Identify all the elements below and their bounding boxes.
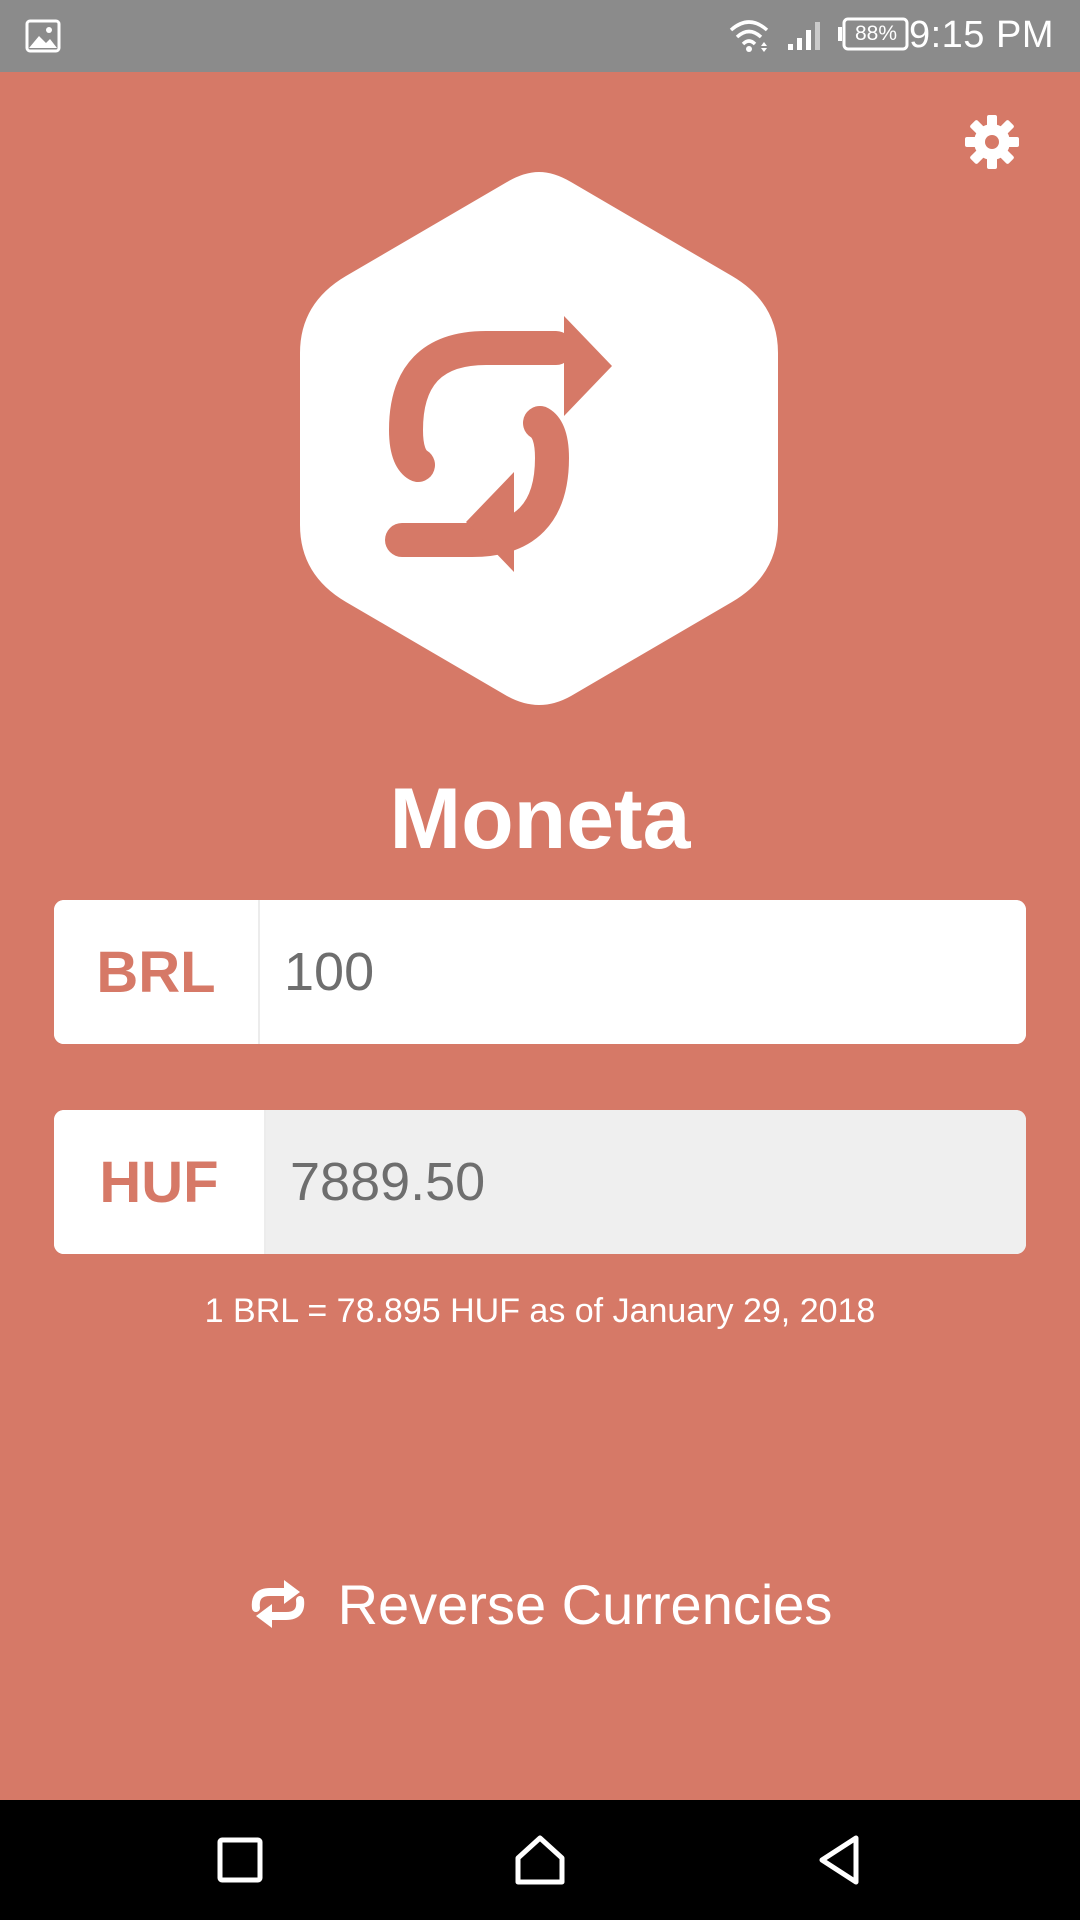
- recents-icon[interactable]: [208, 1828, 272, 1892]
- gallery-icon: [25, 19, 61, 53]
- swap-arrows-icon: [300, 172, 778, 705]
- status-bar: 88% 9:15 PM: [0, 0, 1080, 72]
- repeat-icon: [251, 1580, 304, 1628]
- to-currency-row: HUF 7889.50: [54, 1110, 1026, 1254]
- back-icon[interactable]: [808, 1828, 872, 1892]
- app-title: Moneta: [389, 771, 691, 867]
- settings-button[interactable]: [956, 106, 1028, 178]
- app-screen: 88% 9:15 PM Moneta BRL 100 HUF 7889.50 1…: [0, 0, 1080, 1920]
- gear-icon: [965, 115, 1019, 169]
- navigation-bar: [0, 1800, 1080, 1920]
- from-currency-row: BRL 100: [54, 900, 1026, 1044]
- battery-level: 88%: [854, 22, 898, 45]
- clock: 9:15 PM: [908, 14, 1054, 56]
- home-icon[interactable]: [508, 1828, 572, 1892]
- exchange-rate-info: 1 BRL = 78.895 HUF as of January 29, 201…: [204, 1292, 876, 1330]
- reverse-currencies-label: Reverse Currencies: [337, 1572, 833, 1636]
- reverse-currencies-button[interactable]: Reverse Currencies: [220, 1560, 860, 1648]
- from-amount-input[interactable]: 100: [260, 900, 1026, 1044]
- to-currency-selector[interactable]: HUF: [54, 1110, 266, 1254]
- to-amount-output: 7889.50: [266, 1110, 1026, 1254]
- from-currency-selector[interactable]: BRL: [54, 900, 260, 1044]
- wifi-icon: [729, 20, 769, 52]
- signal-icon: [788, 22, 820, 50]
